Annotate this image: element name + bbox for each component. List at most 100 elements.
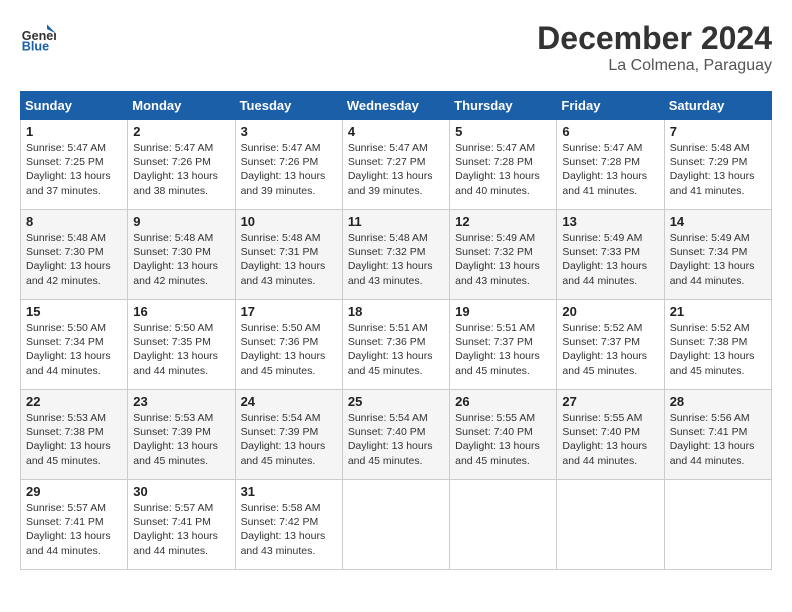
calendar-cell: 27Sunrise: 5:55 AMSunset: 7:40 PMDayligh… bbox=[557, 390, 664, 480]
day-number: 21 bbox=[670, 304, 766, 319]
calendar-row: 8Sunrise: 5:48 AMSunset: 7:30 PMDaylight… bbox=[21, 210, 772, 300]
calendar-cell: 15 Sunrise: 5:50 AMSunset: 7:34 PMDayligh… bbox=[21, 300, 128, 390]
calendar-cell: 25Sunrise: 5:54 AMSunset: 7:40 PMDayligh… bbox=[342, 390, 449, 480]
day-number: 6 bbox=[562, 124, 658, 139]
day-info: Sunrise: 5:48 AMSunset: 7:30 PMDaylight:… bbox=[26, 231, 122, 288]
weekday-header-wednesday: Wednesday bbox=[342, 92, 449, 120]
day-number: 22 bbox=[26, 394, 122, 409]
day-number: 7 bbox=[670, 124, 766, 139]
calendar-cell: 5 Sunrise: 5:47 AMSunset: 7:28 PMDaylight… bbox=[450, 120, 557, 210]
day-info: Sunrise: 5:47 AMSunset: 7:27 PMDaylight:… bbox=[348, 141, 444, 198]
weekday-header-monday: Monday bbox=[128, 92, 235, 120]
day-info: Sunrise: 5:48 AMSunset: 7:32 PMDaylight:… bbox=[348, 231, 444, 288]
calendar-cell: 20 Sunrise: 5:52 AMSunset: 7:37 PMDayligh… bbox=[557, 300, 664, 390]
day-info: Sunrise: 5:55 AMSunset: 7:40 PMDaylight:… bbox=[455, 411, 551, 468]
day-info: Sunrise: 5:51 AMSunset: 7:36 PMDaylight:… bbox=[348, 321, 444, 378]
calendar-row: 1Sunrise: 5:47 AMSunset: 7:25 PMDaylight… bbox=[21, 120, 772, 210]
calendar-cell: 8Sunrise: 5:48 AMSunset: 7:30 PMDaylight… bbox=[21, 210, 128, 300]
day-info: Sunrise: 5:56 AMSunset: 7:41 PMDaylight:… bbox=[670, 411, 766, 468]
day-info: Sunrise: 5:57 AMSunset: 7:41 PMDaylight:… bbox=[26, 501, 122, 558]
day-info: Sunrise: 5:49 AMSunset: 7:34 PMDaylight:… bbox=[670, 231, 766, 288]
day-info: Sunrise: 5:55 AMSunset: 7:40 PMDaylight:… bbox=[562, 411, 658, 468]
day-info: Sunrise: 5:48 AMSunset: 7:30 PMDaylight:… bbox=[133, 231, 229, 288]
day-number: 17 bbox=[241, 304, 337, 319]
weekday-header-saturday: Saturday bbox=[664, 92, 771, 120]
day-info: Sunrise: 5:49 AMSunset: 7:33 PMDaylight:… bbox=[562, 231, 658, 288]
svg-text:Blue: Blue bbox=[22, 40, 49, 54]
calendar-row: 29 Sunrise: 5:57 AMSunset: 7:41 PMDayligh… bbox=[21, 480, 772, 570]
day-info: Sunrise: 5:51 AMSunset: 7:37 PMDaylight:… bbox=[455, 321, 551, 378]
calendar-cell bbox=[664, 480, 771, 570]
day-info: Sunrise: 5:58 AMSunset: 7:42 PMDaylight:… bbox=[241, 501, 337, 558]
day-info: Sunrise: 5:47 AMSunset: 7:26 PMDaylight:… bbox=[241, 141, 337, 198]
calendar-cell: 31 Sunrise: 5:58 AMSunset: 7:42 PMDayligh… bbox=[235, 480, 342, 570]
day-number: 24 bbox=[241, 394, 337, 409]
calendar-cell: 17Sunrise: 5:50 AMSunset: 7:36 PMDayligh… bbox=[235, 300, 342, 390]
calendar-cell: 2 Sunrise: 5:47 AMSunset: 7:26 PMDaylight… bbox=[128, 120, 235, 210]
day-number: 26 bbox=[455, 394, 551, 409]
calendar-header: SundayMondayTuesdayWednesdayThursdayFrid… bbox=[21, 92, 772, 120]
calendar-cell: 4 Sunrise: 5:47 AMSunset: 7:27 PMDaylight… bbox=[342, 120, 449, 210]
day-number: 4 bbox=[348, 124, 444, 139]
weekday-header-row: SundayMondayTuesdayWednesdayThursdayFrid… bbox=[21, 92, 772, 120]
day-info: Sunrise: 5:52 AMSunset: 7:38 PMDaylight:… bbox=[670, 321, 766, 378]
day-number: 5 bbox=[455, 124, 551, 139]
day-info: Sunrise: 5:47 AMSunset: 7:28 PMDaylight:… bbox=[562, 141, 658, 198]
calendar-cell: 30 Sunrise: 5:57 AMSunset: 7:41 PMDayligh… bbox=[128, 480, 235, 570]
calendar-cell: 10 Sunrise: 5:48 AMSunset: 7:31 PMDayligh… bbox=[235, 210, 342, 300]
calendar-cell: 11 Sunrise: 5:48 AMSunset: 7:32 PMDayligh… bbox=[342, 210, 449, 300]
day-info: Sunrise: 5:47 AMSunset: 7:25 PMDaylight:… bbox=[26, 141, 122, 198]
day-number: 29 bbox=[26, 484, 122, 499]
page-title: December 2024 bbox=[537, 20, 772, 57]
day-number: 10 bbox=[241, 214, 337, 229]
calendar-cell: 7Sunrise: 5:48 AMSunset: 7:29 PMDaylight… bbox=[664, 120, 771, 210]
day-number: 11 bbox=[348, 214, 444, 229]
calendar-cell: 24 Sunrise: 5:54 AMSunset: 7:39 PMDayligh… bbox=[235, 390, 342, 480]
day-number: 23 bbox=[133, 394, 229, 409]
day-info: Sunrise: 5:50 AMSunset: 7:34 PMDaylight:… bbox=[26, 321, 122, 378]
day-info: Sunrise: 5:54 AMSunset: 7:39 PMDaylight:… bbox=[241, 411, 337, 468]
calendar-cell: 14 Sunrise: 5:49 AMSunset: 7:34 PMDayligh… bbox=[664, 210, 771, 300]
day-info: Sunrise: 5:49 AMSunset: 7:32 PMDaylight:… bbox=[455, 231, 551, 288]
calendar-row: 22 Sunrise: 5:53 AMSunset: 7:38 PMDayligh… bbox=[21, 390, 772, 480]
day-number: 30 bbox=[133, 484, 229, 499]
day-number: 15 bbox=[26, 304, 122, 319]
calendar-cell: 28 Sunrise: 5:56 AMSunset: 7:41 PMDayligh… bbox=[664, 390, 771, 480]
day-info: Sunrise: 5:53 AMSunset: 7:39 PMDaylight:… bbox=[133, 411, 229, 468]
day-info: Sunrise: 5:52 AMSunset: 7:37 PMDaylight:… bbox=[562, 321, 658, 378]
calendar-cell: 12 Sunrise: 5:49 AMSunset: 7:32 PMDayligh… bbox=[450, 210, 557, 300]
day-number: 2 bbox=[133, 124, 229, 139]
day-number: 18 bbox=[348, 304, 444, 319]
weekday-header-tuesday: Tuesday bbox=[235, 92, 342, 120]
calendar-cell: 3Sunrise: 5:47 AMSunset: 7:26 PMDaylight… bbox=[235, 120, 342, 210]
day-number: 20 bbox=[562, 304, 658, 319]
day-number: 14 bbox=[670, 214, 766, 229]
day-number: 31 bbox=[241, 484, 337, 499]
logo: General Blue bbox=[20, 20, 56, 56]
calendar-cell: 21 Sunrise: 5:52 AMSunset: 7:38 PMDayligh… bbox=[664, 300, 771, 390]
calendar-cell: 18 Sunrise: 5:51 AMSunset: 7:36 PMDayligh… bbox=[342, 300, 449, 390]
day-number: 9 bbox=[133, 214, 229, 229]
day-info: Sunrise: 5:57 AMSunset: 7:41 PMDaylight:… bbox=[133, 501, 229, 558]
calendar-cell: 16Sunrise: 5:50 AMSunset: 7:35 PMDayligh… bbox=[128, 300, 235, 390]
calendar-cell: 29 Sunrise: 5:57 AMSunset: 7:41 PMDayligh… bbox=[21, 480, 128, 570]
day-number: 12 bbox=[455, 214, 551, 229]
day-info: Sunrise: 5:47 AMSunset: 7:28 PMDaylight:… bbox=[455, 141, 551, 198]
weekday-header-friday: Friday bbox=[557, 92, 664, 120]
calendar-table: SundayMondayTuesdayWednesdayThursdayFrid… bbox=[20, 91, 772, 570]
day-info: Sunrise: 5:54 AMSunset: 7:40 PMDaylight:… bbox=[348, 411, 444, 468]
day-info: Sunrise: 5:48 AMSunset: 7:31 PMDaylight:… bbox=[241, 231, 337, 288]
calendar-row: 15 Sunrise: 5:50 AMSunset: 7:34 PMDayligh… bbox=[21, 300, 772, 390]
day-info: Sunrise: 5:50 AMSunset: 7:35 PMDaylight:… bbox=[133, 321, 229, 378]
calendar-cell: 23 Sunrise: 5:53 AMSunset: 7:39 PMDayligh… bbox=[128, 390, 235, 480]
calendar-cell: 9 Sunrise: 5:48 AMSunset: 7:30 PMDaylight… bbox=[128, 210, 235, 300]
weekday-header-sunday: Sunday bbox=[21, 92, 128, 120]
calendar-cell: 6 Sunrise: 5:47 AMSunset: 7:28 PMDaylight… bbox=[557, 120, 664, 210]
day-number: 28 bbox=[670, 394, 766, 409]
calendar-cell: 22 Sunrise: 5:53 AMSunset: 7:38 PMDayligh… bbox=[21, 390, 128, 480]
day-info: Sunrise: 5:47 AMSunset: 7:26 PMDaylight:… bbox=[133, 141, 229, 198]
calendar-cell: 1Sunrise: 5:47 AMSunset: 7:25 PMDaylight… bbox=[21, 120, 128, 210]
day-number: 13 bbox=[562, 214, 658, 229]
day-info: Sunrise: 5:53 AMSunset: 7:38 PMDaylight:… bbox=[26, 411, 122, 468]
calendar-cell: 19Sunrise: 5:51 AMSunset: 7:37 PMDayligh… bbox=[450, 300, 557, 390]
